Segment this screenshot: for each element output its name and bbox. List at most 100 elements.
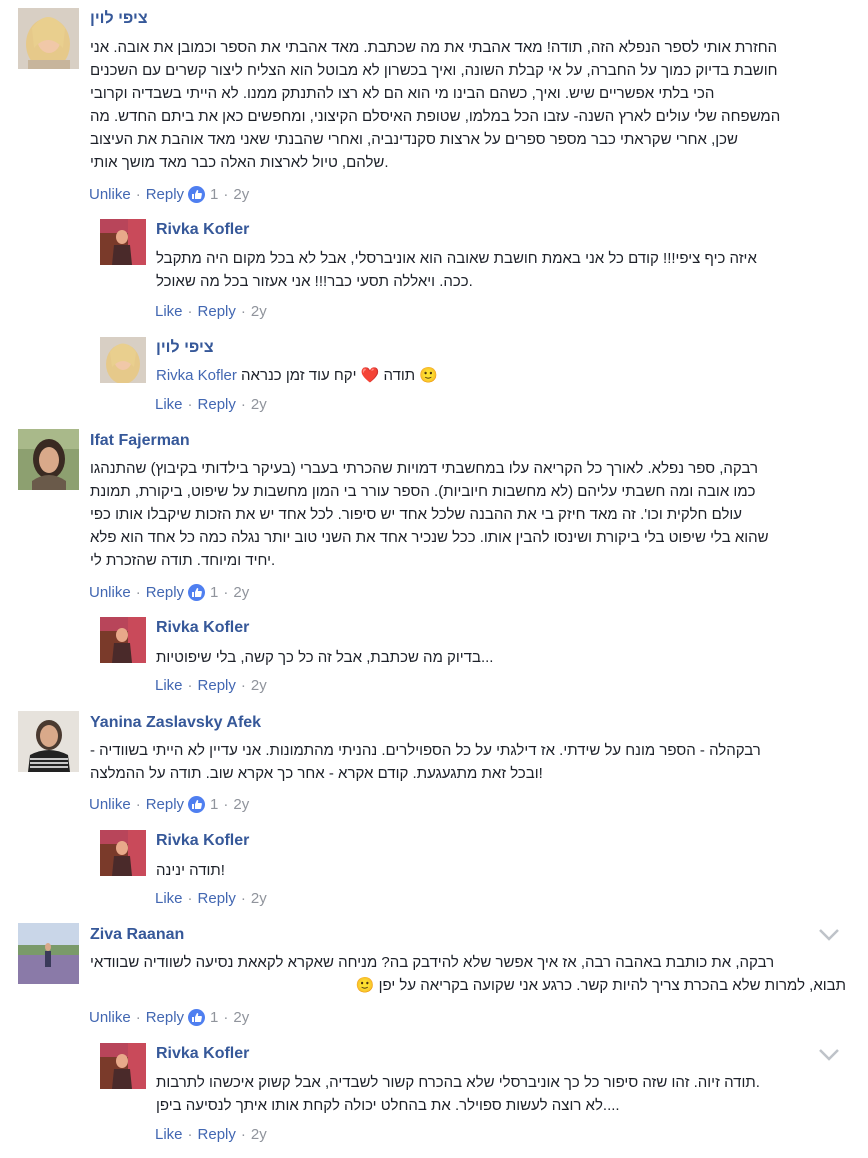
unlike-link[interactable]: Unlike <box>89 1009 131 1026</box>
timestamp[interactable]: 2y <box>251 1126 267 1143</box>
reply-text-line: ....לא רוצה לעשות ספוילר. את בהחלט יכולה… <box>156 1097 620 1114</box>
separator-dot: · <box>223 186 229 203</box>
reply-link[interactable]: Reply <box>198 677 236 694</box>
comment: Ifat Fajerman רבקה, ספר נפלא. לאורך כל ה… <box>18 429 848 609</box>
reply-link[interactable]: Reply <box>198 303 236 320</box>
comment-actions: Unlike · Reply 1 · 2y <box>89 584 249 601</box>
smile-emoji-icon: 🙂 <box>355 977 375 994</box>
like-count-value: 1 <box>210 186 219 203</box>
comment-text-line: .יחיד ומיוחד. תודה שהזכרת לי <box>90 552 276 569</box>
avatar[interactable] <box>100 219 146 265</box>
like-count[interactable]: 1 <box>184 186 218 203</box>
avatar[interactable] <box>18 711 79 772</box>
reply-link[interactable]: Reply <box>146 1009 184 1026</box>
separator-dot: · <box>223 584 229 601</box>
comment-text: רבקה, את כותבת באהבה רבה, אז איך אפשר של… <box>90 951 846 997</box>
comment-text-line: שכן, אחרי שקראתי כבר מספר ספרים על ארצות… <box>90 131 738 148</box>
like-count[interactable]: 1 <box>184 584 218 601</box>
comment-text-line: המשפחה שלי עולים לארץ השנה- עזבו הכל במל… <box>90 108 781 125</box>
reply-author[interactable]: Rivka Kofler <box>156 1045 249 1063</box>
comment-text-line: .שלהם, טיול לארצות האלה כבר מאד מושך אות… <box>90 154 389 171</box>
separator-dot: · <box>187 396 193 413</box>
separator-dot: · <box>240 303 246 320</box>
reply-text-line: !תודה ינינה <box>156 862 225 879</box>
reply-author[interactable]: Rivka Kofler <box>156 832 249 850</box>
separator-dot: · <box>135 796 141 813</box>
reply: ציפי לוין Rivka Kofler יקח עוד זמן כנראה… <box>100 337 840 419</box>
separator-dot: · <box>135 584 141 601</box>
comment-text-line: חושבת בדיוק כמוך על החברה, על אי קבלת הש… <box>90 62 778 79</box>
reply-text: ...בדיוק מה שכתבת, אבל זה כל כך קשה, בלי… <box>156 646 526 669</box>
timestamp[interactable]: 2y <box>233 584 249 601</box>
separator-dot: · <box>223 1009 229 1026</box>
reply: Rivka Kofler .תודה זיוה. זהו שזה סיפור כ… <box>100 1043 840 1151</box>
like-link[interactable]: Like <box>155 677 183 694</box>
avatar[interactable] <box>18 923 79 984</box>
comment-text-segment: תבוא, למרות שלא בהכרת צריך להיות קשר. כר… <box>378 977 846 994</box>
reply-link[interactable]: Reply <box>198 396 236 413</box>
comment-text-line: החזרת אותי לספר הנפלא הזה, תודה! מאד אהב… <box>90 39 778 56</box>
like-count[interactable]: 1 <box>184 1009 218 1026</box>
reply-text: Rivka Kofler יקח עוד זמן כנראה ❤️ תודה 🙂 <box>156 364 556 387</box>
like-count-value: 1 <box>210 1009 219 1026</box>
timestamp[interactable]: 2y <box>251 677 267 694</box>
unlike-link[interactable]: Unlike <box>89 186 131 203</box>
avatar[interactable] <box>18 8 79 69</box>
comment-text-line: עולם חלקית וכו'. זה מאד חיזק בי את ההבנה… <box>90 506 743 523</box>
chevron-down-icon[interactable] <box>818 928 840 942</box>
reply-link[interactable]: Reply <box>198 890 236 907</box>
comment-text-line: רבקה, ספר נפלא. לאורך כל הקריאה עלו במחש… <box>90 460 758 477</box>
thumbs-up-icon <box>188 1009 206 1026</box>
avatar[interactable] <box>100 830 146 876</box>
separator-dot: · <box>223 796 229 813</box>
reply-link[interactable]: Reply <box>146 186 184 203</box>
like-link[interactable]: Like <box>155 890 183 907</box>
reply: Rivka Kofler !תודה ינינה Like · Reply · … <box>100 830 840 910</box>
reply-author[interactable]: ציפי לוין <box>156 339 214 357</box>
comment-actions: Unlike · Reply 1 · 2y <box>89 186 249 203</box>
timestamp[interactable]: 2y <box>233 1009 249 1026</box>
thumbs-up-icon <box>188 186 206 203</box>
avatar[interactable] <box>100 617 146 663</box>
reply-link[interactable]: Reply <box>146 796 184 813</box>
separator-dot: · <box>240 396 246 413</box>
like-count[interactable]: 1 <box>184 796 218 813</box>
comment: Yanina Zaslavsky Afek רבקהלה - הספר מונח… <box>18 711 848 821</box>
timestamp[interactable]: 2y <box>251 890 267 907</box>
reply-link[interactable]: Reply <box>198 1126 236 1143</box>
avatar[interactable] <box>18 429 79 490</box>
like-link[interactable]: Like <box>155 303 183 320</box>
separator-dot: · <box>135 1009 141 1026</box>
reply-author[interactable]: Rivka Kofler <box>156 221 249 239</box>
timestamp[interactable]: 2y <box>251 303 267 320</box>
reply-link[interactable]: Reply <box>146 584 184 601</box>
reply-text-segment: תודה <box>383 367 416 384</box>
reply: Rivka Kofler איזה כיף ציפי!!! קודם כל אנ… <box>100 219 840 323</box>
like-count-value: 1 <box>210 584 219 601</box>
comment-text-line: 🙂 תבוא, למרות שלא בהכרת צריך להיות קשר. … <box>268 974 846 997</box>
comment-text-line: הכי בלתי אפשריים שיש. ואיך, כשהם הבינו מ… <box>90 85 715 102</box>
avatar[interactable] <box>100 337 146 383</box>
comment-author[interactable]: Ziva Raanan <box>90 926 184 944</box>
like-link[interactable]: Like <box>155 1126 183 1143</box>
avatar[interactable] <box>100 1043 146 1089</box>
timestamp[interactable]: 2y <box>251 396 267 413</box>
reply-author[interactable]: Rivka Kofler <box>156 619 249 637</box>
comment-author[interactable]: ציפי לוין <box>90 10 148 28</box>
comment-author[interactable]: Ifat Fajerman <box>90 432 190 450</box>
chevron-down-icon[interactable] <box>818 1048 840 1062</box>
separator-dot: · <box>135 186 141 203</box>
reply-text: !תודה ינינה <box>156 859 256 882</box>
reply-text-line: ...בדיוק מה שכתבת, אבל זה כל כך קשה, בלי… <box>156 649 494 666</box>
comment-text-line: כמו אובה ומה חשבתי עליהם (לא מחשבות חיוב… <box>90 483 756 500</box>
comment-author[interactable]: Yanina Zaslavsky Afek <box>90 714 261 732</box>
separator-dot: · <box>187 303 193 320</box>
reply-text: איזה כיף ציפי!!! קודם כל אני באמת חושבת … <box>156 247 836 293</box>
timestamp[interactable]: 2y <box>233 796 249 813</box>
timestamp[interactable]: 2y <box>233 186 249 203</box>
unlike-link[interactable]: Unlike <box>89 796 131 813</box>
unlike-link[interactable]: Unlike <box>89 584 131 601</box>
comment-text: רבקהלה - הספר מונח על שידתי. אז דילגתי ע… <box>90 739 846 785</box>
like-link[interactable]: Like <box>155 396 183 413</box>
mention-link[interactable]: Rivka Kofler <box>156 367 237 384</box>
